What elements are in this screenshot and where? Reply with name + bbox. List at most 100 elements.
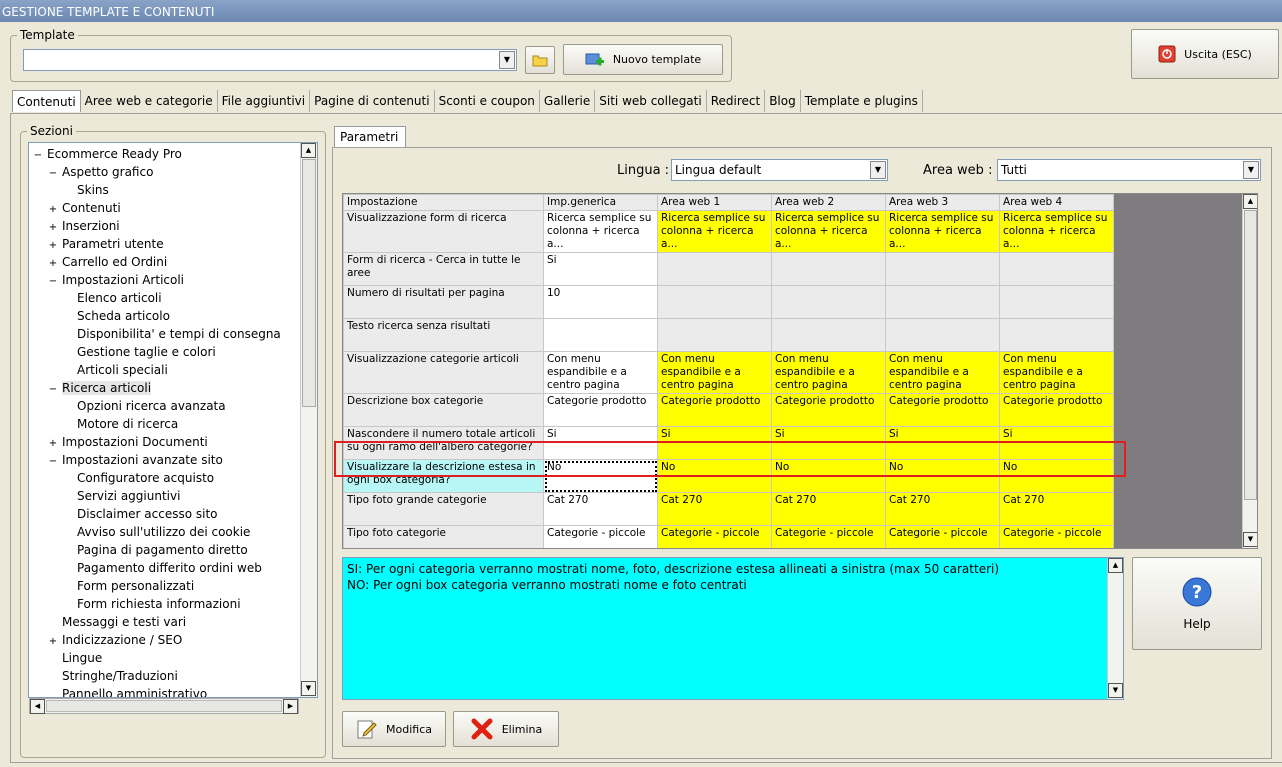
tab-pagine-di-contenuti[interactable]: Pagine di contenuti <box>310 90 435 112</box>
collapse-icon[interactable]: − <box>48 273 58 291</box>
tree-item[interactable]: + Parametri utente <box>48 235 164 253</box>
column-header[interactable]: Imp.generica <box>543 194 658 211</box>
area-value-cell[interactable] <box>999 285 1114 319</box>
tree-item[interactable]: Servizi aggiuntivi <box>63 487 180 505</box>
area-value-cell[interactable]: Con menu espandibile e a centro pagina <box>999 351 1114 394</box>
area-value-cell[interactable] <box>999 252 1114 286</box>
tab-gallerie[interactable]: Gallerie <box>540 90 596 112</box>
generic-value-cell[interactable]: Categorie - piccole <box>543 525 658 548</box>
scroll-left-icon[interactable]: ◀ <box>30 699 45 714</box>
area-value-cell[interactable] <box>885 318 1000 352</box>
scroll-down-icon[interactable]: ▼ <box>1243 532 1257 547</box>
tree-item[interactable]: Elenco articoli <box>63 289 162 307</box>
settings-grid[interactable]: Impostazione Imp.generica Area web 1 Area w… <box>342 193 1258 549</box>
tree-item[interactable]: Articoli speciali <box>63 361 168 379</box>
tree-item[interactable]: Scheda articolo <box>63 307 170 325</box>
generic-value-cell[interactable]: Cat 270 <box>543 492 658 526</box>
scroll-up-icon[interactable]: ▲ <box>1108 558 1123 573</box>
tree-item[interactable]: Disclaimer accesso sito <box>63 505 218 523</box>
tab-aree-web-e-categorie[interactable]: Aree web e categorie <box>81 90 218 112</box>
area-value-cell[interactable] <box>657 318 772 352</box>
table-row[interactable]: Visualizzazione form di ricerca Ricerca s… <box>343 210 1114 253</box>
scroll-up-icon[interactable]: ▲ <box>1243 194 1257 209</box>
area-value-cell[interactable]: Categorie prodotto <box>771 393 886 427</box>
help-button[interactable]: ? Help <box>1132 557 1262 650</box>
tree-item[interactable]: − Ricerca articoli <box>48 379 152 397</box>
scroll-down-icon[interactable]: ▼ <box>1108 683 1123 698</box>
scroll-up-icon[interactable]: ▲ <box>301 143 316 158</box>
area-value-cell[interactable]: Cat 270 <box>771 492 886 526</box>
tree-horizontal-scrollbar[interactable]: ◀ ▶ <box>29 698 299 714</box>
tree-item[interactable]: Skins <box>63 181 109 199</box>
collapse-icon[interactable]: − <box>48 453 58 471</box>
area-value-cell[interactable]: Cat 270 <box>657 492 772 526</box>
generic-value-cell[interactable]: Con menu espandibile e a centro pagina <box>543 351 658 394</box>
exit-button[interactable]: Uscita (ESC) <box>1131 29 1279 79</box>
area-value-cell[interactable] <box>657 285 772 319</box>
area-value-cell[interactable] <box>885 285 1000 319</box>
area-value-cell[interactable] <box>885 252 1000 286</box>
area-value-cell[interactable]: Con menu espandibile e a centro pagina <box>771 351 886 394</box>
tree-item[interactable]: + Indicizzazione / SEO <box>48 631 182 649</box>
tab-sconti-e-coupon[interactable]: Sconti e coupon <box>435 90 540 112</box>
tree-item[interactable]: Motore di ricerca <box>63 415 178 433</box>
tree-item[interactable]: Form personalizzati <box>63 577 194 595</box>
area-value-cell[interactable]: Categorie - piccole <box>657 525 772 548</box>
scroll-down-icon[interactable]: ▼ <box>301 681 316 696</box>
tree-item[interactable]: Disponibilita' e tempi di consegna <box>63 325 281 343</box>
table-row[interactable]: Descrizione box categorie Categorie prodo… <box>343 393 1114 427</box>
tree-item[interactable]: Gestione taglie e colori <box>63 343 216 361</box>
column-header[interactable]: Impostazione <box>343 194 544 211</box>
generic-value-cell[interactable] <box>543 318 658 352</box>
generic-value-cell[interactable]: Si <box>543 252 658 286</box>
grid-scroll-thumb[interactable] <box>1244 210 1257 500</box>
tree-item[interactable]: Avviso sull'utilizzo dei cookie <box>63 523 250 541</box>
generic-value-cell[interactable]: Categorie prodotto <box>543 393 658 427</box>
tree-item[interactable]: Pagina di pagamento diretto <box>63 541 248 559</box>
column-header[interactable]: Area web 1 <box>657 194 772 211</box>
area-value-cell[interactable] <box>771 252 886 286</box>
area-value-cell[interactable] <box>771 318 886 352</box>
collapse-icon[interactable]: − <box>33 147 43 165</box>
tab-blog[interactable]: Blog <box>765 90 801 112</box>
tree-item[interactable]: Pagamento differito ordini web <box>63 559 262 577</box>
tab-redirect[interactable]: Redirect <box>707 90 766 112</box>
chevron-down-icon[interactable]: ▼ <box>870 161 886 179</box>
language-select[interactable]: Lingua default ▼ <box>671 159 888 181</box>
table-row[interactable]: Form di ricerca - Cerca in tutte le aree… <box>343 252 1114 286</box>
tree-item[interactable]: + Inserzioni <box>48 217 120 235</box>
template-select[interactable]: ▼ <box>23 49 517 71</box>
tree-item[interactable]: Messaggi e testi vari <box>48 613 186 631</box>
area-value-cell[interactable]: Ricerca semplice su colonna + ricerca a.… <box>771 210 886 253</box>
generic-value-cell[interactable]: Ricerca semplice su colonna + ricerca a.… <box>543 210 658 253</box>
area-value-cell[interactable] <box>657 252 772 286</box>
area-value-cell[interactable]: Ricerca semplice su colonna + ricerca a.… <box>999 210 1114 253</box>
area-value-cell[interactable]: Categorie - piccole <box>999 525 1114 548</box>
area-value-cell[interactable]: Categorie prodotto <box>657 393 772 427</box>
table-row[interactable]: Visualizzazione categorie articoli Con me… <box>343 351 1114 394</box>
area-value-cell[interactable]: Con menu espandibile e a centro pagina <box>885 351 1000 394</box>
tree-vertical-scrollbar[interactable]: ▲ ▼ <box>300 143 317 697</box>
tree-item[interactable]: − Aspetto grafico <box>48 163 154 181</box>
tree-item[interactable]: Opzioni ricerca avanzata <box>63 397 226 415</box>
area-value-cell[interactable]: Ricerca semplice su colonna + ricerca a.… <box>657 210 772 253</box>
tree-hscroll-thumb[interactable] <box>46 700 282 712</box>
column-header[interactable]: Area web 2 <box>771 194 886 211</box>
tree-item[interactable]: + Carrello ed Ordini <box>48 253 167 271</box>
tree-item[interactable]: + Contenuti <box>48 199 121 217</box>
table-row[interactable]: Tipo foto categorie Categorie - piccole Ca… <box>343 525 1114 548</box>
table-row[interactable]: Tipo foto grande categorie Cat 270 Cat 270… <box>343 492 1114 526</box>
tab-parametri[interactable]: Parametri <box>334 126 406 148</box>
modify-button[interactable]: Modifica <box>342 711 446 747</box>
tree-item[interactable]: Configuratore acquisto <box>63 469 214 487</box>
tree-scroll-thumb[interactable] <box>302 159 316 407</box>
area-web-select[interactable]: Tutti ▼ <box>997 159 1261 181</box>
area-value-cell[interactable]: Con menu espandibile e a centro pagina <box>657 351 772 394</box>
tab-contenuti[interactable]: Contenuti <box>12 90 81 112</box>
tree-item[interactable]: − Ecommerce Ready Pro <box>33 145 182 163</box>
open-folder-button[interactable] <box>525 46 555 74</box>
area-value-cell[interactable]: Ricerca semplice su colonna + ricerca a.… <box>885 210 1000 253</box>
area-value-cell[interactable]: Categorie - piccole <box>771 525 886 548</box>
area-value-cell[interactable] <box>771 285 886 319</box>
tree-item[interactable]: Lingue <box>48 649 102 667</box>
